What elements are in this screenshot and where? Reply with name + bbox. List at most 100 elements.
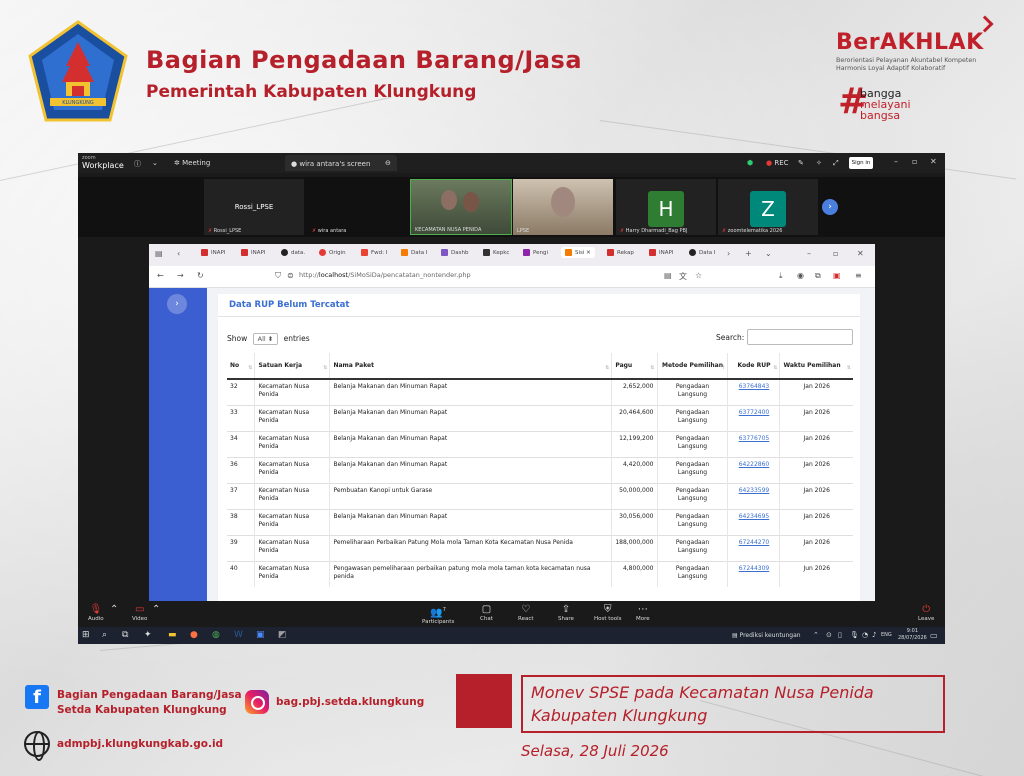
cell-kode-rup[interactable]: 64222860	[727, 456, 780, 483]
translate-icon[interactable]: 文	[679, 271, 687, 282]
kode-rup-link[interactable]: 63772400	[739, 409, 770, 416]
chevron-down-icon[interactable]: ⌄	[152, 159, 158, 167]
bookmark-star-icon[interactable]: ☆	[695, 271, 702, 280]
column-header-kode-rup[interactable]: Kode RUP ⇅	[727, 353, 780, 380]
cell-kode-rup[interactable]: 64234695	[727, 508, 780, 535]
sign-in-button[interactable]: Sign in	[849, 157, 873, 169]
participant-tile[interactable]: Rossi_LPSE ✗ Rossi_LPSE	[204, 179, 304, 235]
news-widget[interactable]: ▤ Prediksi keuntungan	[732, 632, 801, 639]
reload-icon[interactable]: ↻	[197, 271, 204, 280]
cell-kode-rup[interactable]: 63772400	[727, 404, 780, 431]
address-bar[interactable]: http://localhost/SiMoSiDa/pencatatan_non…	[299, 271, 471, 279]
browser-tab[interactable]: data.	[281, 249, 305, 256]
column-header-waktu[interactable]: Waktu Pemilihan ⇅	[779, 353, 853, 380]
shield-icon[interactable]: ⛉	[275, 271, 281, 281]
firefox-icon[interactable]: ●	[190, 630, 198, 641]
forward-icon[interactable]: →	[177, 271, 184, 280]
menu-icon[interactable]: ≡	[855, 271, 862, 280]
entries-select[interactable]: All ⬍	[252, 333, 279, 345]
task-view-icon[interactable]: ⧉	[122, 630, 128, 641]
collapse-icon[interactable]: ⤢	[833, 159, 839, 168]
participant-tile[interactable]: ✗ wira antara	[308, 179, 408, 235]
copilot-icon[interactable]: ✦	[144, 630, 152, 641]
tab-menu-icon[interactable]: ⌄	[765, 249, 772, 258]
kode-rup-link[interactable]: 67244270	[739, 539, 770, 546]
new-tab-icon[interactable]: +	[745, 249, 752, 258]
tab-scroll-right-icon[interactable]: ›	[727, 249, 730, 258]
back-icon[interactable]: ←	[157, 271, 164, 280]
browser-tab[interactable]: Pengi	[523, 249, 548, 256]
recording-indicator[interactable]: ● REC	[766, 159, 789, 167]
column-header-pagu[interactable]: Pagu ⇅	[611, 353, 657, 380]
word-icon[interactable]: W	[234, 630, 243, 641]
kode-rup-link[interactable]: 64222860	[739, 461, 770, 468]
mic-icon[interactable]: 🎙	[850, 630, 859, 641]
notification-icon[interactable]: ▭	[930, 630, 938, 641]
extensions-icon[interactable]: ⧉	[815, 271, 821, 281]
participants-button[interactable]: 👥7 Participants	[422, 604, 454, 625]
screen-share-tab[interactable]: ● wira antara's screen ⊖	[285, 155, 397, 171]
column-header-satuan-kerja[interactable]: Satuan Kerja ⇅	[254, 353, 330, 380]
sidebar-toggle-icon[interactable]: ›	[167, 294, 187, 314]
kode-rup-link[interactable]: 67244309	[739, 565, 770, 572]
extension-icon[interactable]: ▣	[833, 271, 841, 280]
kode-rup-link[interactable]: 64234695	[739, 513, 770, 520]
browser-tab[interactable]: INAPI	[241, 249, 265, 256]
kode-rup-link[interactable]: 63776705	[739, 435, 770, 442]
video-options-icon[interactable]: ⌃	[152, 604, 160, 616]
tab-scroll-left-icon[interactable]: ‹	[177, 249, 180, 258]
column-header-no[interactable]: No ⇅	[227, 353, 255, 380]
cell-kode-rup[interactable]: 67244270	[727, 534, 780, 561]
start-icon[interactable]: ⊞	[82, 630, 90, 641]
column-header-metode[interactable]: Metode Pemilihan ↑	[656, 353, 728, 380]
participant-tile[interactable]: H ✗ Harry Dharmadi_Bag PBJ	[616, 179, 716, 235]
leave-button[interactable]: ⏻ Leave	[918, 604, 934, 622]
tab-list-icon[interactable]: ▤	[155, 249, 163, 258]
participant-tile-video[interactable]: LPSE	[513, 179, 613, 235]
cell-kode-rup[interactable]: 63764843	[727, 378, 780, 405]
close-icon[interactable]: ✕	[857, 249, 864, 258]
account-icon[interactable]: ◉	[797, 271, 804, 280]
react-button[interactable]: ♡ React	[518, 604, 534, 622]
browser-tab[interactable]: INAPI	[201, 249, 225, 256]
search-icon[interactable]: ⌕	[102, 630, 107, 641]
maximize-icon[interactable]: ▫	[912, 157, 917, 166]
host-tools-button[interactable]: ⛨ Host tools	[594, 604, 622, 622]
share-button[interactable]: ⇪ Share	[558, 604, 574, 622]
tray-chevron-icon[interactable]: ⌃	[813, 630, 819, 641]
clock[interactable]: 9:01 28/07/2026	[898, 628, 927, 642]
next-page-icon[interactable]: ›	[822, 199, 838, 215]
meeting-tab[interactable]: ✲ Meeting	[174, 159, 210, 167]
reader-view-icon[interactable]: ▤	[664, 271, 672, 280]
kode-rup-link[interactable]: 64233599	[739, 487, 770, 494]
audio-options-icon[interactable]: ⌃	[110, 604, 118, 616]
browser-tab-active[interactable]: Sisi ✕	[561, 247, 595, 258]
browser-tab[interactable]: Data I	[401, 249, 428, 256]
sparkle-icon[interactable]: ✧	[816, 159, 822, 167]
column-header-nama-paket[interactable]: Nama Paket ⇅	[329, 353, 612, 380]
browser-tab[interactable]: Origin	[319, 249, 346, 256]
cell-kode-rup[interactable]: 63776705	[727, 430, 780, 457]
minimize-icon[interactable]: –	[807, 249, 811, 258]
volume-icon[interactable]: ♪	[872, 630, 876, 641]
info-icon[interactable]: ⓘ	[134, 159, 141, 169]
video-button[interactable]: ▭ Video	[132, 604, 147, 622]
audio-button[interactable]: 🎙 Audio	[88, 604, 104, 622]
close-icon[interactable]: ✕	[930, 157, 937, 166]
wifi-icon[interactable]: ◔	[862, 630, 868, 641]
participant-tile-video[interactable]: KECAMATAN NUSA PENIDA	[410, 179, 512, 235]
battery-icon[interactable]: ▯	[838, 630, 842, 641]
maximize-icon[interactable]: ▫	[833, 249, 838, 258]
minimize-icon[interactable]: –	[894, 157, 898, 166]
cell-kode-rup[interactable]: 64233599	[727, 482, 780, 509]
browser-tab[interactable]: Rekap	[607, 249, 634, 256]
browser-tab[interactable]: Data I	[689, 249, 716, 256]
kode-rup-link[interactable]: 63764843	[739, 383, 770, 390]
chrome-icon[interactable]: ◍	[212, 630, 220, 641]
file-explorer-icon[interactable]: ▬	[168, 630, 177, 641]
language-indicator[interactable]: ENG	[881, 632, 892, 638]
download-icon[interactable]: ⤓	[779, 271, 783, 281]
browser-tab[interactable]: Kepkc	[483, 249, 509, 256]
search-input[interactable]	[747, 329, 853, 345]
network-icon[interactable]: ⊙	[826, 630, 832, 641]
